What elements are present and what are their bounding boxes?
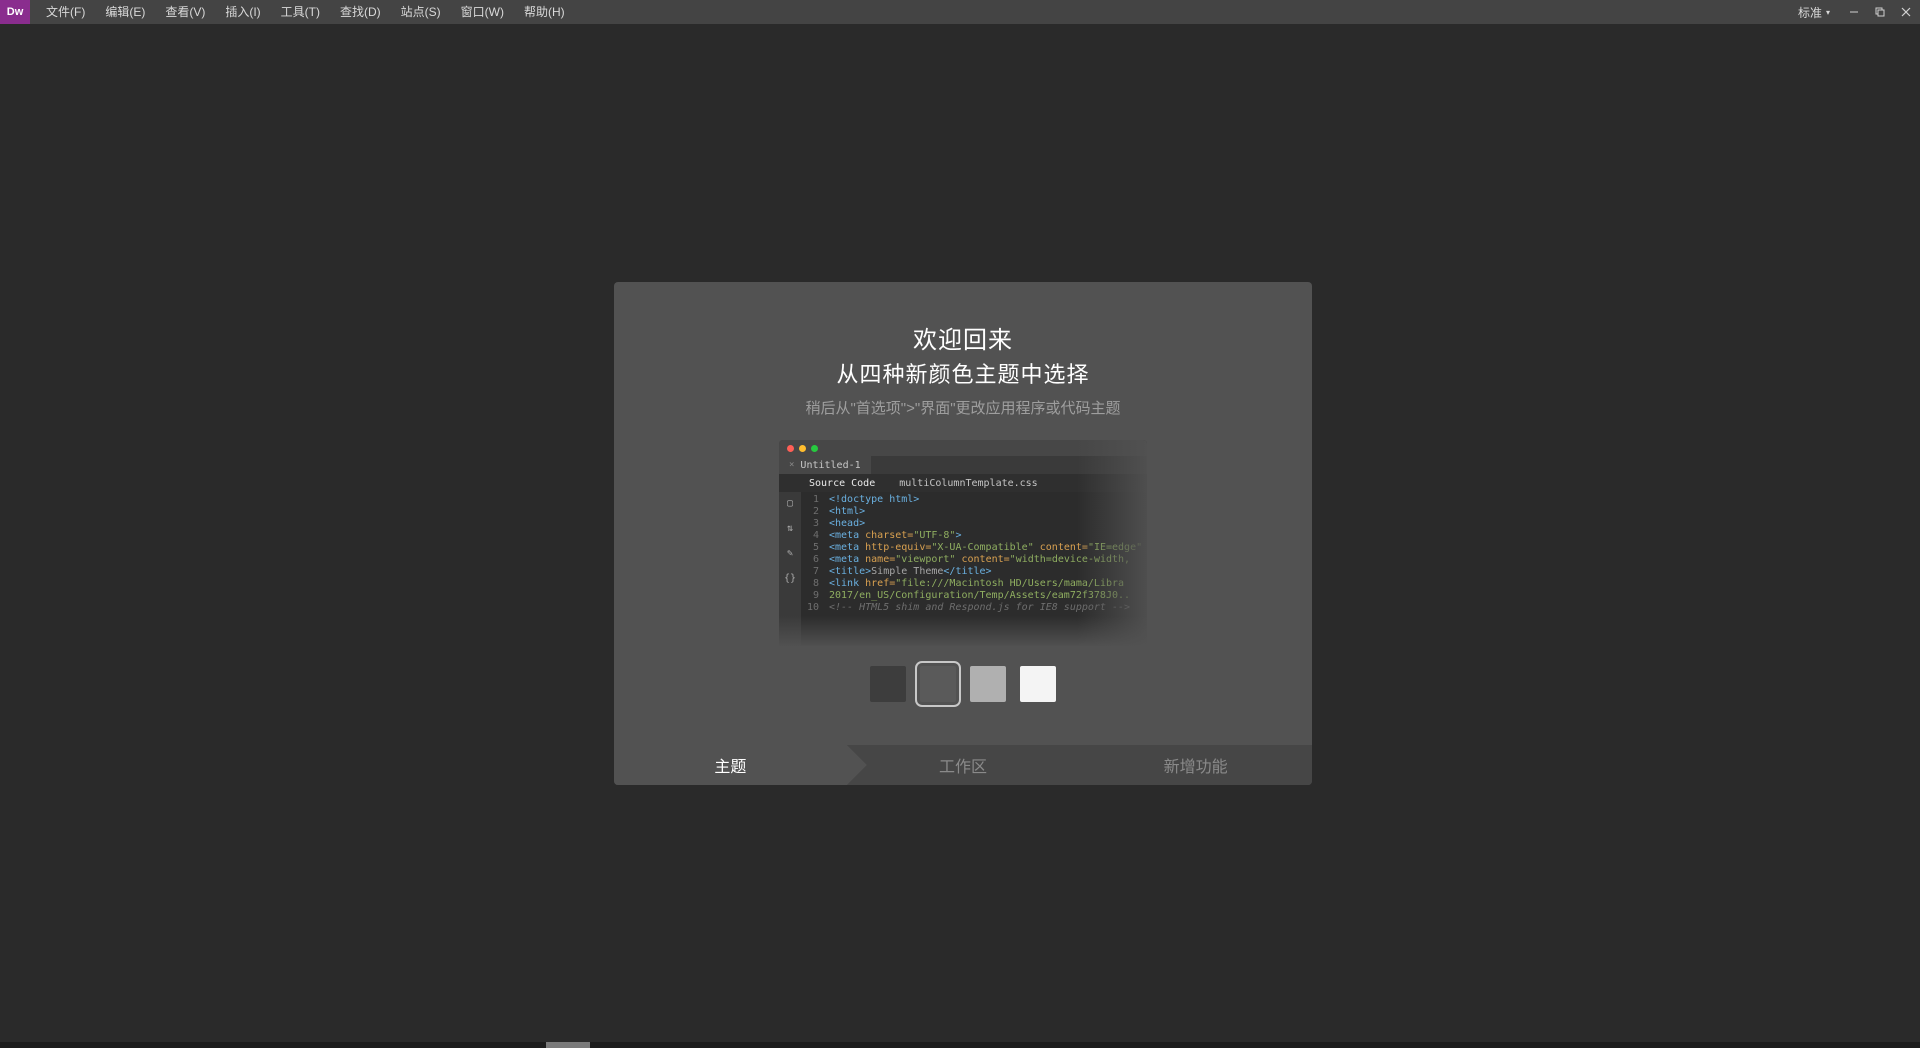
menu-item[interactable]: 插入(I) [215, 0, 270, 24]
preview-source-row: Source Code multiColumnTemplate.css [779, 474, 1147, 492]
code-line: 5<meta http-equiv="X-UA-Compatible" cont… [803, 542, 1147, 554]
welcome-subtitle: 从四种新颜色主题中选择 [614, 357, 1312, 389]
code-line: 1<!doctype html> [803, 494, 1147, 506]
close-button[interactable] [1900, 6, 1912, 18]
menu-item[interactable]: 查看(V) [155, 0, 215, 24]
workspace-switcher[interactable]: 标准 ▾ [1792, 4, 1836, 21]
welcome-dialog: 欢迎回来 从四种新颜色主题中选择 稍后从"首选项">"界面"更改应用程序或代码主… [614, 282, 1312, 785]
menu-item[interactable]: 站点(S) [391, 0, 451, 24]
theme-preview: × Untitled-1 Source Code multiColumnTemp… [779, 440, 1147, 646]
taskbar-strip [0, 1042, 1920, 1048]
brackets-icon: {} [784, 573, 796, 584]
welcome-title: 欢迎回来 [614, 320, 1312, 355]
welcome-header: 欢迎回来 从四种新颜色主题中选择 稍后从"首选项">"界面"更改应用程序或代码主… [614, 282, 1312, 418]
traffic-light-min-icon [799, 445, 806, 452]
taskbar-active-indicator [546, 1042, 590, 1048]
window-controls [1848, 6, 1912, 18]
menu-item[interactable]: 文件(F) [36, 0, 95, 24]
menu-item[interactable]: 编辑(E) [95, 0, 155, 24]
preview-tab: × Untitled-1 [779, 456, 871, 474]
code-line: 8<link href="file:///Macintosh HD/Users/… [803, 578, 1147, 590]
menu-items: 文件(F)编辑(E)查看(V)插入(I)工具(T)查找(D)站点(S)窗口(W)… [36, 0, 575, 24]
welcome-bottom-tabs: 主题工作区新增功能 [614, 745, 1312, 785]
workspace-label: 标准 [1798, 4, 1822, 21]
preview-titlebar [779, 440, 1147, 456]
app-logo: Dw [0, 0, 30, 24]
preview-tab-row: × Untitled-1 [779, 456, 1147, 474]
theme-swatch[interactable] [870, 666, 906, 702]
menu-item[interactable]: 查找(D) [330, 0, 391, 24]
preview-file-label: multiColumnTemplate.css [899, 478, 1037, 489]
preview-code-lines: 1<!doctype html>2<html>3<head>4<meta cha… [801, 492, 1147, 646]
code-line: 7<title>Simple Theme</title> [803, 566, 1147, 578]
menu-bar: Dw 文件(F)编辑(E)查看(V)插入(I)工具(T)查找(D)站点(S)窗口… [0, 0, 1920, 24]
code-line: 3<head> [803, 518, 1147, 530]
file-icon: ▢ [787, 498, 793, 509]
adjust-icon: ⇅ [787, 523, 793, 534]
code-line: 10<!-- HTML5 shim and Respond.js for IE8… [803, 602, 1147, 614]
welcome-hint: 稍后从"首选项">"界面"更改应用程序或代码主题 [614, 397, 1312, 418]
preview-tab-label: Untitled-1 [800, 460, 860, 471]
traffic-light-max-icon [811, 445, 818, 452]
theme-swatches [614, 666, 1312, 702]
preview-code-body: ▢ ⇅ ✎ {} 1<!doctype html>2<html>3<head>4… [779, 492, 1147, 646]
wand-icon: ✎ [787, 548, 793, 559]
menu-item[interactable]: 帮助(H) [514, 0, 575, 24]
preview-source-label: Source Code [809, 478, 875, 489]
code-line: 6<meta name="viewport" content="width=de… [803, 554, 1147, 566]
chevron-down-icon: ▾ [1826, 8, 1830, 17]
menu-item[interactable]: 窗口(W) [451, 0, 514, 24]
close-icon: × [789, 460, 794, 470]
minimize-button[interactable] [1848, 6, 1860, 18]
welcome-tab[interactable]: 主题 [614, 745, 847, 785]
theme-swatch[interactable] [920, 666, 956, 702]
theme-swatch[interactable] [1020, 666, 1056, 702]
welcome-tab[interactable]: 新增功能 [1079, 745, 1312, 785]
traffic-light-close-icon [787, 445, 794, 452]
maximize-button[interactable] [1874, 6, 1886, 18]
theme-swatch[interactable] [970, 666, 1006, 702]
code-line: 2<html> [803, 506, 1147, 518]
code-line: 4<meta charset="UTF-8"> [803, 530, 1147, 542]
menu-item[interactable]: 工具(T) [271, 0, 330, 24]
preview-side-toolbar: ▢ ⇅ ✎ {} [779, 492, 801, 646]
welcome-tab[interactable]: 工作区 [847, 745, 1080, 785]
code-line: 92017/en_US/Configuration/Temp/Assets/ea… [803, 590, 1147, 602]
